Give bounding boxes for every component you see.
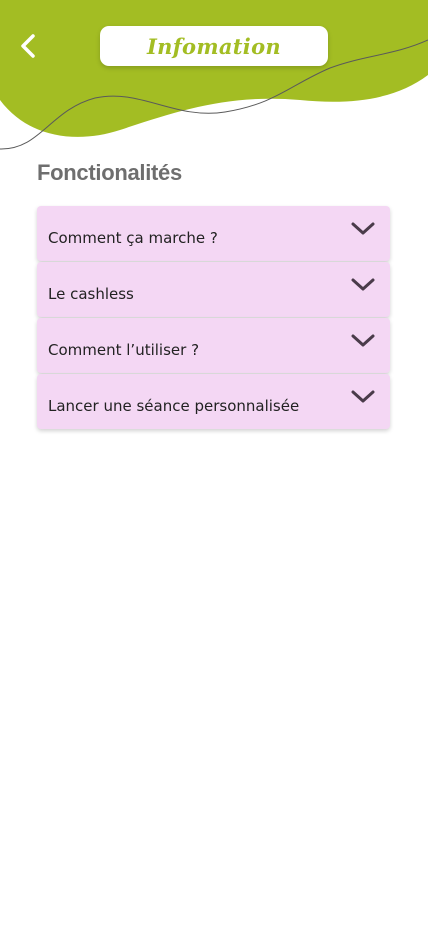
faq-item-custom-session[interactable]: Lancer une séance personnalisée — [37, 374, 390, 429]
chevron-left-icon — [21, 34, 35, 58]
faq-item-how-to-use[interactable]: Comment l’utiliser ? — [37, 318, 390, 373]
chevron-down-icon — [351, 278, 375, 291]
chevron-down-icon — [351, 222, 375, 235]
chevron-down-icon — [351, 334, 375, 347]
faq-item-label: Le cashless — [48, 285, 134, 303]
faq-item-label: Comment l’utiliser ? — [48, 341, 200, 359]
page-title-pill: Infomation — [100, 26, 328, 66]
faq-item-cashless[interactable]: Le cashless — [37, 262, 390, 317]
header-wave-background — [0, 0, 428, 150]
faq-item-how-it-works[interactable]: Comment ça marche ? — [37, 206, 390, 261]
back-button[interactable] — [12, 28, 44, 64]
faq-accordion: Comment ça marche ? Le cashless Comment … — [37, 206, 390, 430]
section-title: Fonctionalités — [37, 160, 182, 185]
page-title: Infomation — [147, 33, 281, 59]
chevron-down-icon — [351, 390, 375, 403]
faq-item-label: Comment ça marche ? — [48, 229, 218, 247]
faq-item-label: Lancer une séance personnalisée — [48, 397, 300, 415]
